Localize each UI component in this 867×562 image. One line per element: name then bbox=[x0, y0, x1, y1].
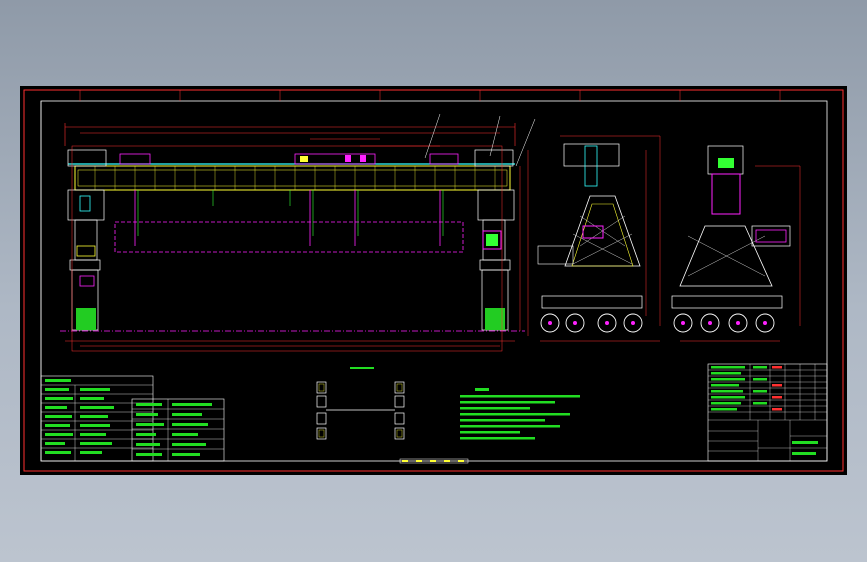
cad-drawing bbox=[23, 89, 844, 472]
title-block bbox=[707, 363, 828, 462]
frame-ticks bbox=[79, 90, 781, 101]
technical-notes bbox=[460, 388, 580, 440]
side-view-2 bbox=[671, 145, 801, 342]
side-view-1 bbox=[537, 135, 661, 342]
inner-white-frame bbox=[40, 100, 828, 462]
gantry-front-view bbox=[60, 113, 536, 352]
wheel-layout-plan bbox=[316, 367, 405, 440]
left-parameter-table bbox=[40, 375, 154, 462]
cad-drawing-canvas[interactable] bbox=[20, 86, 847, 475]
